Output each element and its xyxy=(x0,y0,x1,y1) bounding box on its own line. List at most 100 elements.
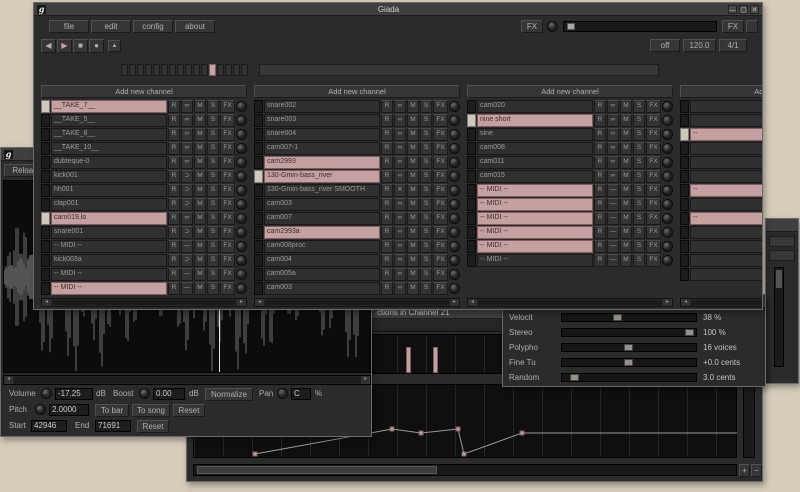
channel-mode-button[interactable]: ∞ xyxy=(394,268,406,281)
scroll-right-icon[interactable]: ▸ xyxy=(237,299,246,306)
zoom-out-button[interactable]: − xyxy=(751,464,762,477)
channel-mode-button[interactable]: ∞ xyxy=(181,142,193,155)
channel-solo-button[interactable]: S xyxy=(420,114,432,127)
channel-volume-knob[interactable] xyxy=(236,227,247,238)
channel-status-led[interactable] xyxy=(254,226,263,239)
channel-status-led[interactable] xyxy=(680,226,689,239)
channel-volume-knob[interactable] xyxy=(449,143,460,154)
to-song-button[interactable]: To song xyxy=(132,404,170,417)
channel-mute-button[interactable]: M xyxy=(620,212,632,225)
channel-status-led[interactable] xyxy=(467,254,476,267)
channel-volume-knob[interactable] xyxy=(236,199,247,210)
channel-status-led[interactable] xyxy=(467,100,476,113)
minimize-icon[interactable]: — xyxy=(728,5,737,14)
channel-solo-button[interactable]: S xyxy=(420,282,432,295)
channel-mode-button[interactable]: ⊃ xyxy=(181,170,193,183)
channel-solo-button[interactable]: S xyxy=(420,240,432,253)
channel-volume-knob[interactable] xyxy=(449,171,460,182)
column-scrollbar[interactable]: ◂ ▸ xyxy=(680,298,763,307)
channel-name-button[interactable]: cam020 xyxy=(477,100,593,113)
channel-name-button[interactable]: cam003 xyxy=(264,282,380,295)
channel-fx-button[interactable]: FX xyxy=(433,170,448,183)
channel-record-button[interactable]: R xyxy=(594,142,606,155)
channel-fx-button[interactable]: FX xyxy=(433,128,448,141)
channel-name-button[interactable] xyxy=(690,240,763,253)
channel-mode-button[interactable]: ∞ xyxy=(607,170,619,183)
channel-fx-button[interactable]: FX xyxy=(646,100,661,113)
channel-name-button[interactable]: cam004 xyxy=(264,254,380,267)
play-button[interactable]: ▶ xyxy=(57,39,72,53)
scroll-left-icon[interactable]: ◂ xyxy=(4,376,13,384)
channel-mode-button[interactable]: ∞ xyxy=(607,156,619,169)
channel-record-button[interactable]: R xyxy=(594,254,606,267)
channel-solo-button[interactable]: S xyxy=(633,128,645,141)
channel-volume-knob[interactable] xyxy=(449,255,460,266)
channel-name-button[interactable] xyxy=(690,156,763,169)
menu-edit[interactable]: edit xyxy=(91,20,131,33)
channel-solo-button[interactable]: S xyxy=(207,226,219,239)
scroll-right-icon[interactable]: ▸ xyxy=(361,376,370,384)
channel-name-button[interactable]: sine xyxy=(477,128,593,141)
channel-status-led[interactable] xyxy=(680,268,689,281)
action-horizontal-scrollbar[interactable] xyxy=(193,464,737,476)
waveform-scrollbar[interactable]: ◂ ▸ xyxy=(3,375,371,385)
channel-solo-button[interactable]: S xyxy=(420,212,432,225)
channel-name-button[interactable]: -- xyxy=(690,212,763,225)
channel-record-button[interactable]: R xyxy=(168,268,180,281)
channel-volume-knob[interactable] xyxy=(662,143,673,154)
end-input[interactable]: 71691 xyxy=(95,420,131,432)
pitch-knob[interactable] xyxy=(35,404,46,415)
scroll-right-icon[interactable]: ▸ xyxy=(663,299,672,306)
channel-volume-knob[interactable] xyxy=(236,171,247,182)
channel-name-button[interactable]: cam007-1 xyxy=(264,142,380,155)
channel-record-button[interactable]: R xyxy=(381,226,393,239)
channel-volume-knob[interactable] xyxy=(662,199,673,210)
channel-name-button[interactable]: cam2993a xyxy=(264,226,380,239)
close-icon[interactable]: ✕ xyxy=(750,5,759,14)
boost-input[interactable]: 0.00 xyxy=(153,388,185,400)
channel-solo-button[interactable]: S xyxy=(207,212,219,225)
channel-fx-button[interactable]: FX xyxy=(433,226,448,239)
channel-status-led[interactable] xyxy=(254,170,263,183)
channel-record-button[interactable]: R xyxy=(168,198,180,211)
channel-mute-button[interactable]: M xyxy=(407,282,419,295)
channel-solo-button[interactable]: S xyxy=(420,268,432,281)
rewind-button[interactable]: ◀ xyxy=(41,39,56,53)
channel-mute-button[interactable]: M xyxy=(407,170,419,183)
channel-status-led[interactable] xyxy=(254,184,263,197)
side-window-slider[interactable] xyxy=(774,267,784,367)
channel-name-button[interactable]: -- xyxy=(690,128,763,141)
channel-status-led[interactable] xyxy=(254,142,263,155)
beat-cell[interactable] xyxy=(153,64,160,76)
channel-mute-button[interactable]: M xyxy=(194,240,206,253)
channel-status-led[interactable] xyxy=(680,156,689,169)
channel-fx-button[interactable]: FX xyxy=(220,212,235,225)
channel-volume-knob[interactable] xyxy=(236,157,247,168)
side-window-button[interactable] xyxy=(769,250,795,261)
channel-fx-button[interactable]: FX xyxy=(220,282,235,295)
channel-mute-button[interactable]: M xyxy=(620,184,632,197)
channel-fx-button[interactable]: FX xyxy=(646,170,661,183)
channel-mute-button[interactable]: M xyxy=(194,184,206,197)
channel-status-led[interactable] xyxy=(467,226,476,239)
channel-mute-button[interactable]: M xyxy=(620,142,632,155)
channel-record-button[interactable]: R xyxy=(594,170,606,183)
channel-solo-button[interactable]: S xyxy=(633,212,645,225)
channel-volume-knob[interactable] xyxy=(236,241,247,252)
channel-record-button[interactable]: R xyxy=(594,226,606,239)
channel-volume-knob[interactable] xyxy=(236,143,247,154)
channel-status-led[interactable] xyxy=(680,100,689,113)
menu-about[interactable]: about xyxy=(175,20,215,33)
beat-cell[interactable] xyxy=(233,64,240,76)
master-out-mute-button[interactable] xyxy=(746,20,758,33)
channel-fx-button[interactable]: FX xyxy=(646,156,661,169)
scroll-left-icon[interactable]: ◂ xyxy=(681,299,690,306)
beat-cell[interactable] xyxy=(169,64,176,76)
channel-fx-button[interactable]: FX xyxy=(220,254,235,267)
volume-input[interactable]: -17.25 xyxy=(55,388,93,400)
channel-fx-button[interactable]: FX xyxy=(646,254,661,267)
channel-record-button[interactable]: R xyxy=(168,254,180,267)
channel-fx-button[interactable]: FX xyxy=(220,226,235,239)
channel-record-button[interactable]: R xyxy=(381,170,393,183)
channel-fx-button[interactable]: FX xyxy=(433,268,448,281)
